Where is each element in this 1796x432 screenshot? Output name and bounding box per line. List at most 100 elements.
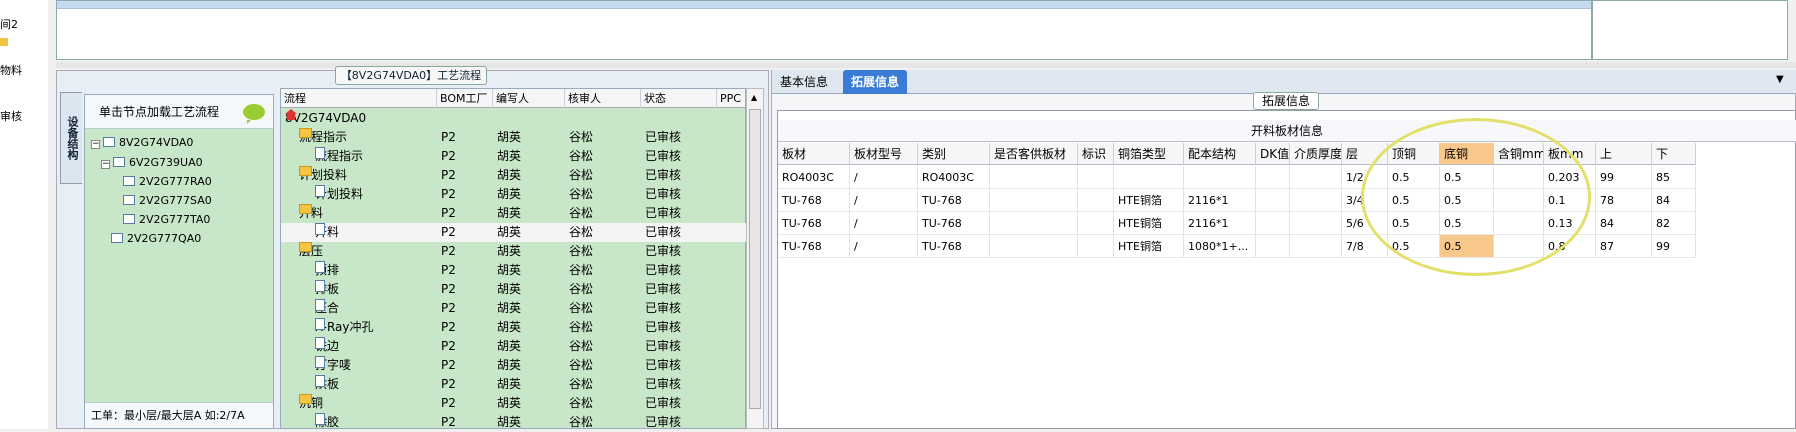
flow-row[interactable]: 层压 P2 胡英 谷松 已审核: [281, 242, 747, 261]
grid-cell[interactable]: /: [850, 235, 918, 258]
flow-cell-name: 计划投料: [299, 166, 347, 185]
flow-row[interactable]: 排板 P2 胡英 谷松 已审核: [281, 280, 747, 299]
tree-node[interactable]: −6V2G739UA0: [101, 155, 203, 171]
grid-cell[interactable]: 78: [1596, 189, 1652, 212]
grid-cell[interactable]: 2116*1: [1184, 189, 1256, 212]
tree-node[interactable]: 2V2G777QA0: [111, 231, 201, 247]
grid-cell[interactable]: 85: [1652, 166, 1696, 189]
tree-node[interactable]: 2V2G777TA0: [123, 212, 210, 228]
tree-node[interactable]: −8V2G74VDA0: [91, 135, 193, 151]
grid-col-header[interactable]: 下: [1652, 143, 1696, 165]
tab-basic-info[interactable]: 基本信息: [772, 70, 836, 94]
grid-cell[interactable]: [1290, 235, 1342, 258]
flow-row[interactable]: 压合 P2 胡英 谷松 已审核: [281, 299, 747, 318]
scroll-thumb[interactable]: [749, 109, 761, 409]
scroll-up-icon[interactable]: ▲: [751, 93, 757, 102]
grid-cell[interactable]: [1256, 166, 1290, 189]
grid-col-header[interactable]: 板材: [778, 143, 850, 165]
grid-cell[interactable]: /: [850, 212, 918, 235]
flow-row[interactable]: 计划投料 P2 胡英 谷松 已审核: [281, 185, 747, 204]
grid-cell[interactable]: [1256, 189, 1290, 212]
grid-cell[interactable]: 99: [1652, 235, 1696, 258]
flow-row[interactable]: 沉铜 P2 胡英 谷松 已审核: [281, 394, 747, 413]
flow-row[interactable]: 计划投料 P2 胡英 谷松 已审核: [281, 166, 747, 185]
grid-cell[interactable]: [1184, 166, 1256, 189]
grid-cell[interactable]: [1256, 235, 1290, 258]
grid-col-header[interactable]: 是否客供板材: [990, 143, 1078, 165]
grid-cell[interactable]: [990, 235, 1078, 258]
grid-cell[interactable]: TU-768: [918, 189, 990, 212]
grid-cell[interactable]: /: [850, 189, 918, 212]
grid-col-header[interactable]: 板材型号: [850, 143, 918, 165]
flow-row[interactable]: 预排 P2 胡英 谷松 已审核: [281, 261, 747, 280]
grid-cell[interactable]: [990, 212, 1078, 235]
collapse-icon[interactable]: −: [91, 140, 100, 149]
tree-node[interactable]: 2V2G777RA0: [123, 174, 212, 190]
flow-row[interactable]: 开料 P2 胡英 谷松 已审核: [281, 204, 747, 223]
grid-cell[interactable]: [990, 166, 1078, 189]
flow-row[interactable]: 烘板 P2 胡英 谷松 已审核: [281, 375, 747, 394]
grid-cell[interactable]: 99: [1596, 166, 1652, 189]
grid-col-header[interactable]: 铜箔类型: [1114, 143, 1184, 165]
dropdown-arrow-icon[interactable]: ▼: [1776, 74, 1784, 85]
grid-cell[interactable]: [1114, 166, 1184, 189]
grid-col-header[interactable]: 类别: [918, 143, 990, 165]
flow-row[interactable]: 8V2G74VDA0: [281, 109, 747, 128]
grid-cell[interactable]: 84: [1652, 189, 1696, 212]
collapse-icon[interactable]: −: [101, 160, 110, 169]
flow-row[interactable]: 开料 P2 胡英 谷松 已审核: [281, 223, 747, 242]
flow-row[interactable]: 除胶 P2 胡英 谷松 已审核: [281, 413, 747, 432]
flow-row[interactable]: 铣边 P2 胡英 谷松 已审核: [281, 337, 747, 356]
flow-row[interactable]: 流程指示 P2 胡英 谷松 已审核: [281, 128, 747, 147]
grid-col-header[interactable]: 上: [1596, 143, 1652, 165]
col-writer[interactable]: 编写人: [493, 89, 565, 108]
col-flow[interactable]: 流程: [281, 89, 437, 108]
splitter[interactable]: [56, 62, 1796, 68]
grid-col-header[interactable]: 配本结构: [1184, 143, 1256, 165]
left-strip-item-1[interactable]: 间2: [0, 16, 18, 32]
grid-cell[interactable]: TU-768: [918, 235, 990, 258]
selected-row[interactable]: [57, 1, 1591, 9]
flow-row[interactable]: 打字唛 P2 胡英 谷松 已审核: [281, 356, 747, 375]
grid-cell[interactable]: RO4003C: [918, 166, 990, 189]
chat-bubble-icon[interactable]: [243, 104, 265, 124]
grid-cell[interactable]: [990, 189, 1078, 212]
flow-scrollbar[interactable]: ▲: [746, 88, 764, 429]
grid-cell[interactable]: TU-768: [778, 189, 850, 212]
grid-cell[interactable]: TU-768: [918, 212, 990, 235]
grid-col-header[interactable]: 标识: [1078, 143, 1114, 165]
col-status[interactable]: 状态: [641, 89, 717, 108]
grid-cell[interactable]: 84: [1596, 212, 1652, 235]
tree-node[interactable]: 2V2G777SA0: [123, 193, 212, 209]
grid-cell[interactable]: [1078, 212, 1114, 235]
grid-cell[interactable]: HTE铜箔: [1114, 235, 1184, 258]
flow-row[interactable]: 流程指示 P2 胡英 谷松 已审核: [281, 147, 747, 166]
grid-cell[interactable]: HTE铜箔: [1114, 212, 1184, 235]
col-reviewer[interactable]: 核审人: [565, 89, 641, 108]
grid-cell[interactable]: /: [850, 166, 918, 189]
flow-row[interactable]: X-Ray冲孔 P2 胡英 谷松 已审核: [281, 318, 747, 337]
grid-cell[interactable]: HTE铜箔: [1114, 189, 1184, 212]
left-strip-item-3[interactable]: 审核: [0, 108, 22, 124]
grid-cell[interactable]: 87: [1596, 235, 1652, 258]
grid-cell[interactable]: TU-768: [778, 212, 850, 235]
grid-col-header[interactable]: DK值: [1256, 143, 1290, 165]
grid-cell[interactable]: RO4003C: [778, 166, 850, 189]
grid-cell[interactable]: [1256, 212, 1290, 235]
grid-cell[interactable]: 2116*1: [1184, 212, 1256, 235]
grid-cell[interactable]: [1078, 166, 1114, 189]
tab-device-structure[interactable]: 设备结构: [60, 92, 82, 184]
grid-cell[interactable]: [1290, 166, 1342, 189]
grid-cell[interactable]: [1078, 235, 1114, 258]
grid-cell[interactable]: [1290, 189, 1342, 212]
col-bom[interactable]: BOM工厂: [437, 89, 493, 108]
grid-cell[interactable]: [1290, 212, 1342, 235]
left-strip-item-2[interactable]: 物料: [0, 62, 22, 78]
grid-cell[interactable]: TU-768: [778, 235, 850, 258]
grid-cell[interactable]: 1080*1+...: [1184, 235, 1256, 258]
tab-extended-info[interactable]: 拓展信息: [843, 70, 908, 94]
grid-cell[interactable]: 82: [1652, 212, 1696, 235]
grid-cell[interactable]: [1078, 189, 1114, 212]
col-ppc[interactable]: PPC: [717, 89, 747, 108]
grid-col-header[interactable]: 介质厚度: [1290, 143, 1342, 165]
